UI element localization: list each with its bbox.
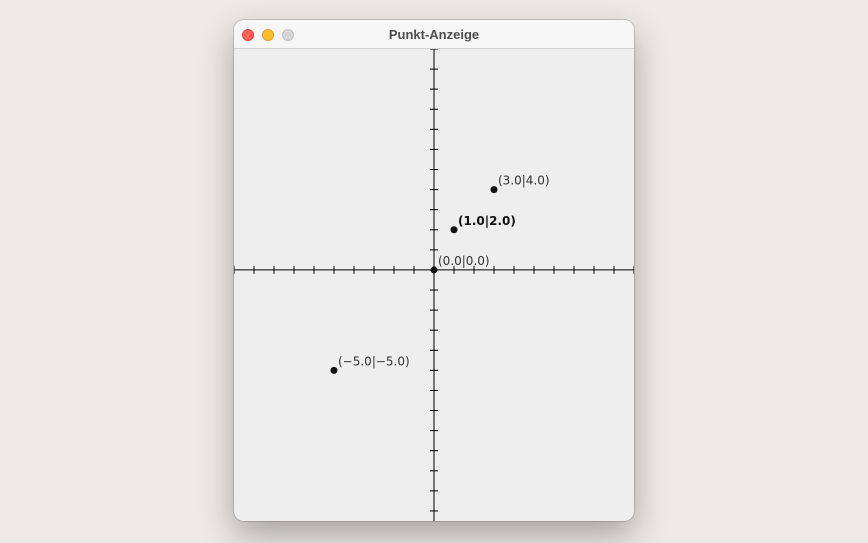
data-point <box>330 366 338 374</box>
data-point <box>490 186 498 194</box>
title-bar[interactable]: Punkt-Anzeige <box>234 20 634 49</box>
window-title: Punkt-Anzeige <box>388 27 480 42</box>
punkt-anzeige-window: Punkt-Anzeige (0.0|0.0) (1.0|2.0) (3.0|4.0… <box>234 20 634 521</box>
point-label: (−5.0|−5.0) <box>338 354 410 368</box>
data-point <box>450 226 458 234</box>
axes <box>234 48 634 521</box>
coordinate-plot: (0.0|0.0) (1.0|2.0) (3.0|4.0) (−5.0|−5.0) <box>234 48 634 521</box>
point-label: (0.0|0.0) <box>438 254 490 268</box>
point-label: (1.0|2.0) <box>458 214 516 228</box>
data-point <box>430 266 438 274</box>
point-label: (3.0|4.0) <box>498 174 550 188</box>
coordinate-canvas: (0.0|0.0) (1.0|2.0) (3.0|4.0) (−5.0|−5.0) <box>234 48 634 521</box>
points: (0.0|0.0) (1.0|2.0) (3.0|4.0) (−5.0|−5.0) <box>330 174 550 374</box>
